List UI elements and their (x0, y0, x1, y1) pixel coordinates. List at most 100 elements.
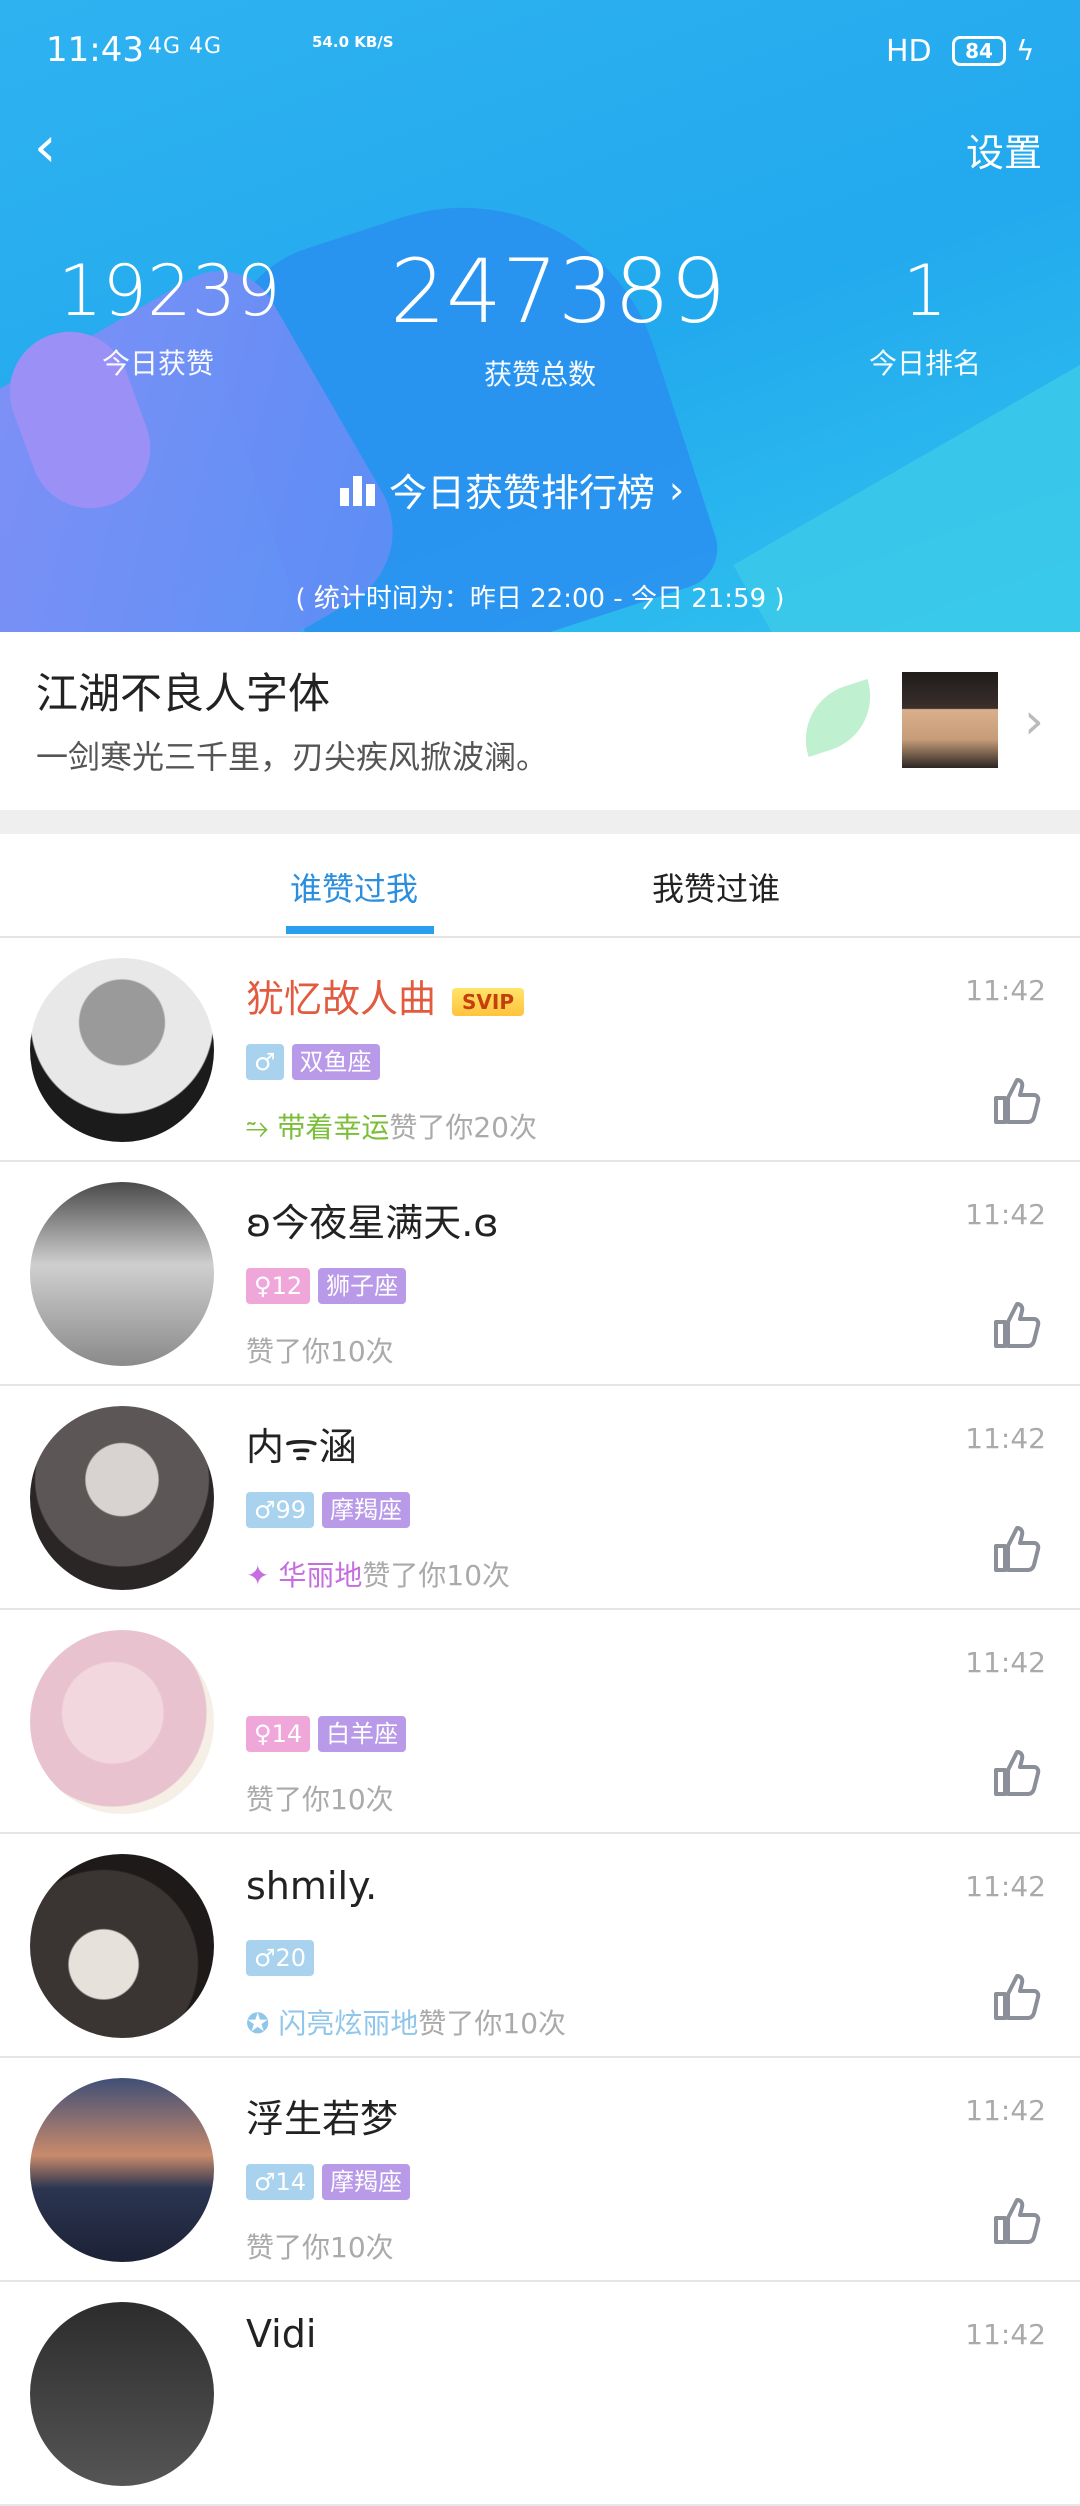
user-tags: ♂14 摩羯座 (246, 2164, 411, 2200)
today-likes-label: 今日获赞 (101, 347, 214, 380)
avatar[interactable] (30, 2302, 214, 2486)
like-count: 赞了你10次 (246, 1783, 394, 1816)
section-divider (0, 810, 1080, 834)
tab-who-i-liked[interactable]: 我赞过谁 (652, 864, 780, 910)
avatar[interactable] (30, 1406, 214, 1590)
like-time: 11:42 (965, 1646, 1046, 1679)
like-count: ✪ 闪亮炫丽地赞了你10次 (246, 2002, 566, 2042)
avatar[interactable] (30, 1854, 214, 2038)
user-tags: ♀12 狮子座 (246, 1268, 407, 1304)
user-name-text: 犹忆故人曲 (246, 977, 437, 1021)
font-card-title: 江湖不良人字体 (36, 669, 331, 718)
status-time: 11:43 (46, 30, 144, 70)
list-item[interactable]: 浮生若梦 ♂14 摩羯座 赞了你10次 11:42 (0, 2058, 1080, 2282)
network-speed: 54.0 KB/S (312, 33, 394, 51)
ranking-link[interactable]: 今日获赞排行榜 › (340, 462, 684, 517)
like-count: ⥲ 带着幸运赞了你20次 (246, 1106, 537, 1146)
chevron-right-icon: › (1024, 692, 1044, 750)
today-rank-stat: 1 今日排名 (840, 250, 1010, 382)
like-count: ✦ 华丽地赞了你10次 (246, 1554, 510, 1594)
avatar[interactable] (30, 2078, 214, 2262)
like-count: 赞了你10次 (246, 2231, 394, 2264)
thumbs-up-icon[interactable] (992, 2196, 1042, 2246)
active-tab-indicator (286, 926, 434, 934)
svip-badge: SVIP (452, 987, 524, 1016)
like-time: 11:42 (965, 2094, 1046, 2127)
thumbs-up-icon[interactable] (992, 1524, 1042, 1574)
gender-badge: ♂20 (246, 1940, 315, 1976)
like-effect: 华丽地 (278, 1559, 363, 1592)
zodiac-badge: 双鱼座 (291, 1044, 380, 1080)
list-item[interactable]: shmily. ♂20 ✪ 闪亮炫丽地赞了你10次 11:42 (0, 1834, 1080, 2058)
user-name: 犹忆故人曲 SVIP (246, 968, 524, 1023)
gender-badge: ♀12 (246, 1268, 311, 1304)
like-effect: 带着幸运 (277, 1111, 390, 1144)
like-count-text: 赞了你20次 (389, 1111, 537, 1144)
user-tags: ♀14 白羊座 (246, 1716, 407, 1752)
settings-button[interactable]: 设置 (966, 122, 1042, 177)
thumbs-up-icon[interactable] (992, 1076, 1042, 1126)
bar-chart-icon (340, 474, 375, 506)
gender-badge: ♂ (246, 1044, 284, 1080)
list-item[interactable]: 犹忆故人曲 SVIP ♂ 双鱼座 ⥲ 带着幸运赞了你20次 11:42 (0, 938, 1080, 1162)
like-effect: 闪亮炫丽地 (278, 2007, 419, 2040)
zodiac-badge: 狮子座 (318, 1268, 407, 1304)
thumbs-up-icon[interactable] (992, 1972, 1042, 2022)
like-count-text: 赞了你10次 (362, 1559, 511, 1592)
user-tags: ♂ 双鱼座 (246, 1044, 380, 1080)
user-name: 内ᯤ涵 (246, 1425, 357, 1469)
today-likes-stat: 19239 今日获赞 (58, 250, 281, 382)
avatar[interactable] (30, 1630, 214, 1814)
total-likes-label: 获赞总数 (483, 358, 596, 391)
signal-icon: 4G 4G (148, 34, 223, 59)
thumbs-up-icon[interactable] (992, 1748, 1042, 1798)
user-name: shmily. (246, 1864, 378, 1908)
total-likes-value: 247389 (390, 240, 726, 343)
zodiac-badge: 摩羯座 (322, 2164, 411, 2200)
font-card[interactable]: 江湖不良人字体 一剑寒光三千里，刃尖疾风掀波澜。 › (0, 632, 1080, 810)
butterfly-icon: ✦ (246, 1559, 279, 1592)
user-name: Vidi (246, 2312, 317, 2356)
font-avatar-image (902, 672, 998, 768)
statistics-time: ( 统计时间为：昨日 22:00 - 今日 21:59 ) (295, 584, 785, 614)
gender-badge: ♀14 (246, 1716, 311, 1752)
user-name: ʚ今夜星满天.ɞ (246, 1201, 499, 1245)
tab-who-liked-me[interactable]: 谁赞过我 (290, 864, 418, 910)
battery-icon: 84 (952, 36, 1006, 66)
like-count: 赞了你10次 (246, 1335, 394, 1368)
zodiac-badge: 白羊座 (318, 1716, 407, 1752)
wing-icon: ⥲ (246, 1111, 278, 1144)
status-bar: 11:43 4G 4G 54.0 KB/S HD 84 ϟ (0, 0, 1080, 84)
gender-badge: ♂99 (246, 1492, 315, 1528)
like-time: 11:42 (965, 2318, 1046, 2351)
list-item[interactable]: ʚ今夜星满天.ɞ ♀12 狮子座 赞了你10次 11:42 (0, 1162, 1080, 1386)
tab-bar: 谁赞过我 我赞过谁 (0, 834, 1080, 938)
star-icon: ✪ (246, 2007, 279, 2040)
chevron-right-icon: › (669, 467, 685, 512)
today-rank-label: 今日排名 (868, 347, 981, 380)
user-tags: ♂99 摩羯座 (246, 1492, 411, 1528)
avatar[interactable] (30, 1182, 214, 1366)
list-item[interactable]: 内ᯤ涵 ♂99 摩羯座 ✦ 华丽地赞了你10次 11:42 (0, 1386, 1080, 1610)
like-time: 11:42 (965, 1198, 1046, 1231)
list-item[interactable]: ♀14 白羊座 赞了你10次 11:42 (0, 1610, 1080, 1834)
likes-list: 犹忆故人曲 SVIP ♂ 双鱼座 ⥲ 带着幸运赞了你20次 11:42 ʚ今夜星满… (0, 938, 1080, 2506)
charging-icon: ϟ (1016, 34, 1035, 67)
gender-badge: ♂14 (246, 2164, 315, 2200)
hd-icon: HD (886, 34, 932, 69)
like-count-text: 赞了你10次 (418, 2007, 567, 2040)
font-card-subtitle: 一剑寒光三千里，刃尖疾风掀波澜。 (36, 738, 549, 776)
like-time: 11:42 (965, 1422, 1046, 1455)
user-name: 浮生若梦 (246, 2097, 399, 2141)
like-time: 11:42 (965, 1870, 1046, 1903)
leaf-icon (791, 679, 885, 757)
back-button[interactable]: ‹ (34, 118, 84, 178)
today-rank-value: 1 (902, 250, 948, 332)
total-likes-stat: 247389 获赞总数 (390, 240, 726, 393)
thumbs-up-icon[interactable] (992, 1300, 1042, 1350)
likes-header: 11:43 4G 4G 54.0 KB/S HD 84 ϟ ‹ 设置 19239… (0, 0, 1080, 632)
zodiac-badge: 摩羯座 (322, 1492, 411, 1528)
today-likes-value: 19239 (58, 250, 281, 332)
list-item[interactable]: Vidi 11:42 (0, 2282, 1080, 2506)
avatar[interactable] (30, 958, 214, 1142)
